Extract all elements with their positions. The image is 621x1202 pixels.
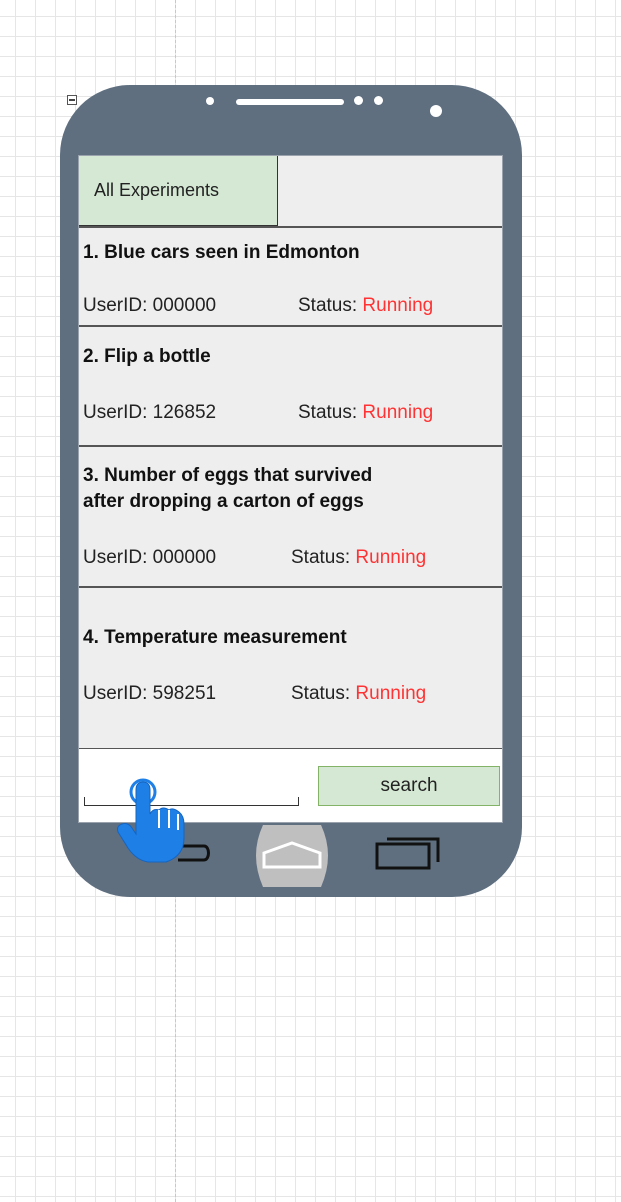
experiment-meta: UserID: 000000 Status: Running <box>83 295 433 317</box>
status-label: Status: <box>298 402 363 423</box>
experiment-meta: UserID: 126852 Status: Running <box>83 402 433 424</box>
sensor-dot <box>374 96 383 105</box>
phone-screen: All Experiments 1. Blue cars seen in Edm… <box>78 155 503 823</box>
user-id: UserID: 000000 <box>83 547 217 568</box>
experiment-title: 2. Flip a bottle <box>83 346 211 367</box>
status-label: Status: <box>291 683 356 704</box>
status: Status: Running <box>291 547 426 569</box>
user-id: UserID: 598251 <box>83 683 217 704</box>
experiment-title-line: after dropping a carton of eggs <box>83 491 364 512</box>
experiment-title: 4. Temperature measurement <box>83 627 347 648</box>
recent-apps-icon[interactable] <box>374 835 444 871</box>
user-id: UserID: 000000 <box>83 295 217 316</box>
home-icon[interactable] <box>249 825 335 887</box>
status-value: Running <box>355 683 427 704</box>
search-button[interactable]: search <box>318 766 500 806</box>
search-button-label: search <box>380 775 438 796</box>
collapse-toggle-icon[interactable] <box>67 95 77 105</box>
experiment-card[interactable]: 3. Number of eggs that survived after dr… <box>79 445 502 587</box>
experiment-card[interactable]: 4. Temperature measurement UserID: 59825… <box>79 586 502 749</box>
speaker-grille <box>236 99 344 105</box>
experiment-card[interactable]: 1. Blue cars seen in Edmonton UserID: 00… <box>79 226 502 326</box>
front-camera-dot <box>206 97 214 105</box>
sensor-dot <box>354 96 363 105</box>
status-value: Running <box>355 547 427 568</box>
status-label: Status: <box>298 295 363 316</box>
status-label: Status: <box>291 547 356 568</box>
experiment-meta: UserID: 598251 Status: Running <box>83 683 426 705</box>
tab-label: All Experiments <box>94 180 220 200</box>
experiment-title: 3. Number of eggs that survived after dr… <box>83 463 372 515</box>
status: Status: Running <box>291 683 426 705</box>
proximity-sensor-dot <box>430 105 442 117</box>
status: Status: Running <box>298 295 433 317</box>
status: Status: Running <box>298 402 433 424</box>
experiment-card[interactable]: 2. Flip a bottle UserID: 126852 Status: … <box>79 325 502 446</box>
pointing-hand-icon <box>117 778 185 863</box>
user-id: UserID: 126852 <box>83 402 217 423</box>
status-value: Running <box>362 295 434 316</box>
tab-all-experiments[interactable]: All Experiments <box>79 156 278 226</box>
status-value: Running <box>362 402 434 423</box>
tab-bar: All Experiments <box>79 156 502 226</box>
experiment-title-line: 3. Number of eggs that survived <box>83 465 373 486</box>
experiment-meta: UserID: 000000 Status: Running <box>83 547 426 569</box>
experiment-title: 1. Blue cars seen in Edmonton <box>83 242 360 263</box>
